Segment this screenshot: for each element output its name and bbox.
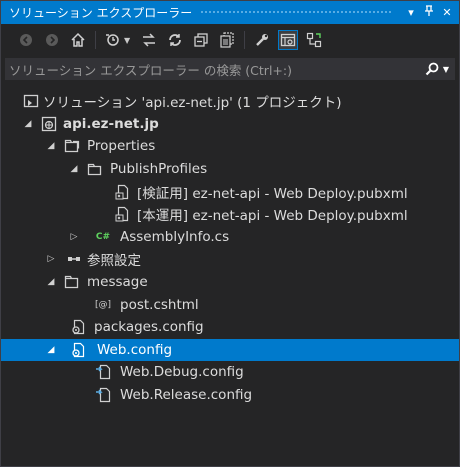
sync-icon[interactable] [140, 31, 158, 49]
tree-item-packages[interactable]: packages.config [1, 316, 459, 339]
tree-item-project[interactable]: ◢ api.ez-net.jp [1, 113, 459, 136]
pending-changes-filter-icon[interactable] [104, 31, 122, 49]
expand-arrow-icon[interactable]: ◢ [46, 277, 56, 287]
tree-item-web-config[interactable]: ◢ Web.config [1, 338, 459, 362]
folder-icon [87, 161, 103, 177]
tree-item-label: [検証用] ez-net-api - Web Deploy.pubxml [137, 185, 408, 202]
panel-title: ソリューション エクスプローラー [9, 6, 193, 20]
search-options-chevron-icon[interactable]: ▼ [443, 65, 449, 74]
expand-arrow-icon[interactable]: ◢ [69, 164, 79, 174]
xml-file-icon [115, 206, 131, 222]
collapse-arrow-icon[interactable]: ▷ [46, 254, 56, 264]
config-transform-icon [95, 387, 111, 403]
pin-icon[interactable] [423, 5, 435, 20]
tree-item-web-release[interactable]: Web.Release.config [1, 384, 459, 407]
tree-item-label: api.ez-net.jp [63, 115, 159, 132]
home-icon[interactable] [69, 31, 87, 49]
xml-file-icon [115, 184, 131, 200]
references-icon [67, 251, 83, 267]
show-all-files-icon[interactable] [218, 31, 236, 49]
config-transform-icon [95, 364, 111, 380]
tree-item-assembly-info[interactable]: ▷ C# AssemblyInfo.cs [1, 226, 459, 249]
tree-item-publish-profiles[interactable]: ◢ PublishProfiles [1, 158, 459, 181]
razor-file-icon: [@] [94, 299, 112, 310]
title-bar[interactable]: ソリューション エクスプローラー ▾ ✕ [1, 1, 459, 24]
tree-item-label: 参照設定 [87, 253, 141, 270]
chevron-down-icon[interactable]: ▼ [124, 36, 132, 45]
config-file-icon [71, 342, 87, 358]
toolbar-separator [95, 31, 96, 49]
forward-icon[interactable] [43, 31, 61, 49]
tree-item-message[interactable]: ◢ message [1, 271, 459, 294]
tree-item-properties[interactable]: ◢ Properties [1, 135, 459, 158]
expand-arrow-icon[interactable]: ◢ [46, 141, 56, 151]
back-icon[interactable] [17, 31, 35, 49]
tree-item-label: Web.Debug.config [120, 364, 244, 381]
collapse-arrow-icon[interactable]: ▷ [69, 232, 79, 242]
folder-open-icon [64, 274, 80, 290]
tree-item-references[interactable]: ▷ 参照設定 [1, 248, 459, 271]
tree-item-label: PublishProfiles [110, 161, 208, 178]
tree-item-profile-prod[interactable]: [本運用] ez-net-api - Web Deploy.pubxml [1, 203, 459, 226]
tree-item-label: Web.config [97, 341, 173, 358]
tree-item-post[interactable]: [@] post.cshtml [1, 293, 459, 316]
tree-item-label: post.cshtml [120, 296, 199, 313]
collapse-all-icon[interactable] [192, 31, 210, 49]
csharp-file-icon: C# [95, 231, 111, 242]
properties-icon[interactable] [253, 31, 271, 49]
tree-item-profile-test[interactable]: [検証用] ez-net-api - Web Deploy.pubxml [1, 180, 459, 203]
solution-explorer-panel: ソリューション エクスプローラー ▾ ✕ ▼ ソリューション エクスプローラー … [0, 0, 460, 467]
view-class-diagram-icon[interactable] [305, 31, 323, 49]
tree-item-solution[interactable]: ソリューション 'api.ez-net.jp' (1 プロジェクト) [1, 90, 459, 113]
search-box[interactable]: ソリューション エクスプローラー の検索 (Ctrl+:) ▼ [5, 58, 455, 80]
dropdown-arrow-icon[interactable]: ▾ [405, 6, 417, 19]
toolbar-separator [244, 31, 245, 49]
folder-icon [64, 138, 80, 154]
title-grip[interactable] [200, 10, 391, 15]
tree-item-label: ソリューション 'api.ez-net.jp' (1 プロジェクト) [43, 95, 342, 112]
expand-arrow-icon[interactable]: ◢ [46, 345, 56, 355]
tree-item-label: [本運用] ez-net-api - Web Deploy.pubxml [137, 208, 408, 225]
tree-item-label: AssemblyInfo.cs [120, 228, 230, 245]
search-input[interactable]: ソリューション エクスプローラー の検索 (Ctrl+:) [9, 60, 425, 79]
tree-item-label: Web.Release.config [120, 387, 253, 404]
solution-icon [23, 93, 39, 109]
close-icon[interactable]: ✕ [441, 6, 453, 19]
toolbar: ▼ [1, 24, 459, 56]
expand-arrow-icon[interactable]: ◢ [23, 119, 33, 129]
tree-item-label: message [87, 274, 148, 291]
tree-item-label: packages.config [94, 319, 204, 336]
preview-icon[interactable] [278, 30, 298, 50]
solution-tree: ソリューション 'api.ez-net.jp' (1 プロジェクト) ◢ api… [1, 90, 459, 406]
config-file-icon [71, 319, 87, 335]
web-project-icon [41, 116, 57, 132]
tree-item-web-debug[interactable]: Web.Debug.config [1, 361, 459, 384]
refresh-icon[interactable] [166, 31, 184, 49]
tree-item-label: Properties [87, 138, 156, 155]
